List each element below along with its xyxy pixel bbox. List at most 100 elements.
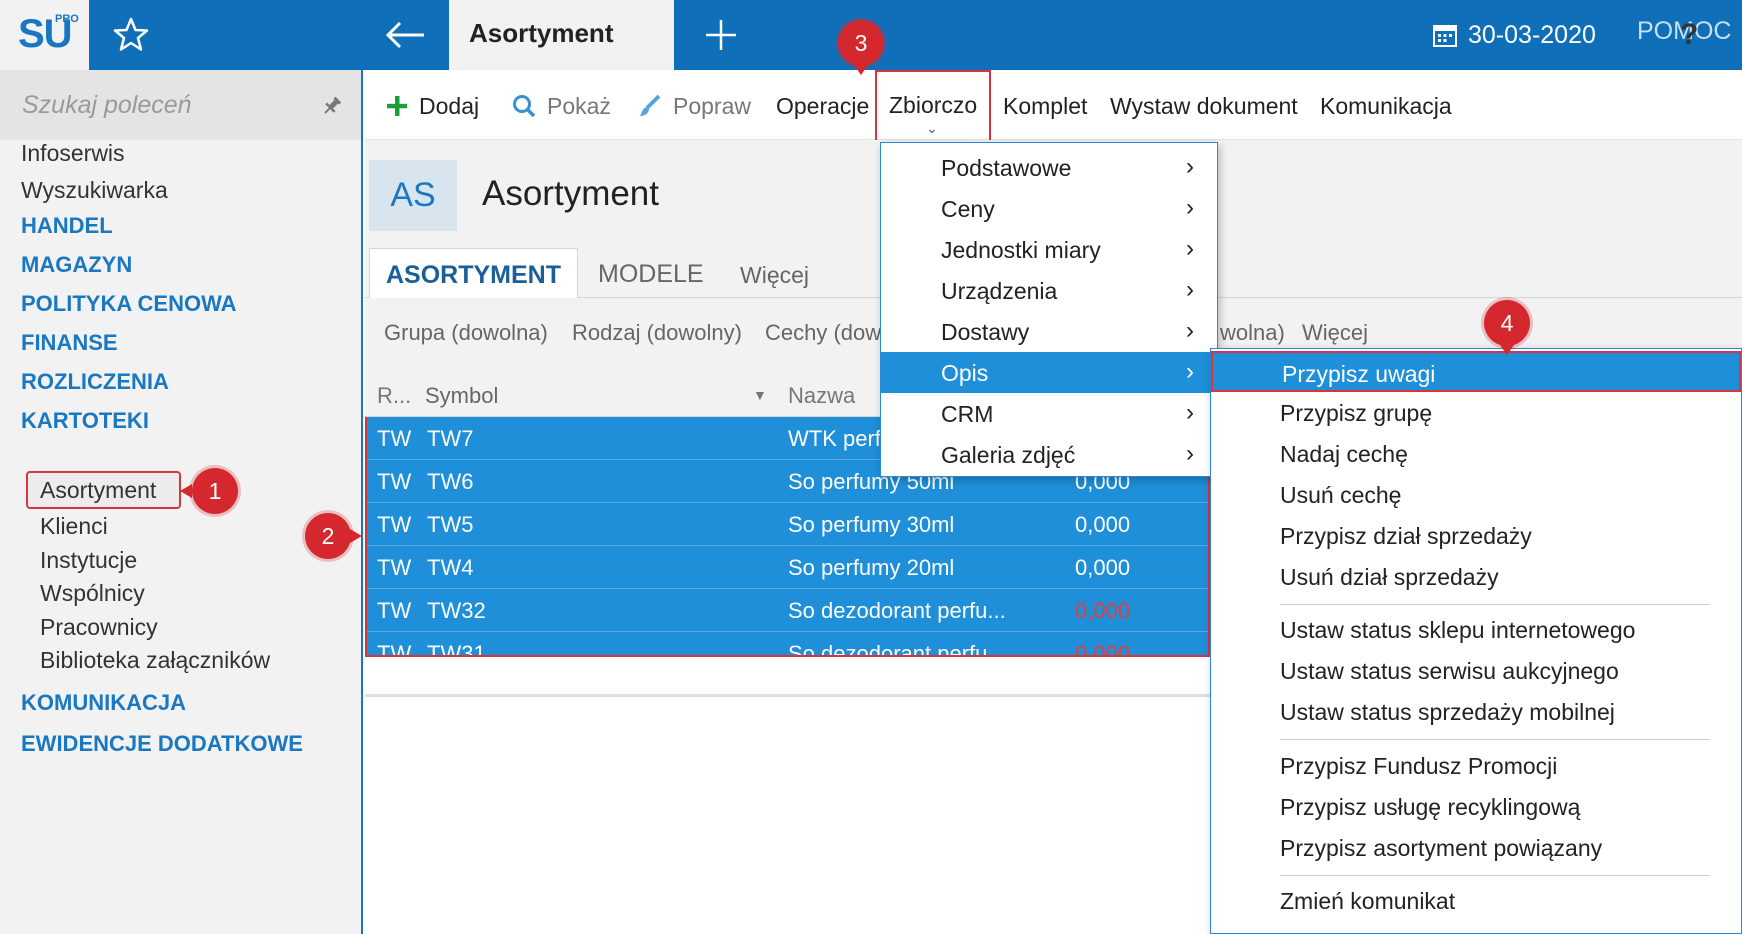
submenu-item-nadaj-ceche[interactable]: Nadaj cechę xyxy=(1211,433,1741,474)
table-row[interactable]: TW TW31 So dezodorant perfu... 0,000 xyxy=(365,632,1210,657)
operations-button[interactable]: Operacje xyxy=(776,90,869,122)
submenu-item-status-sklepu[interactable]: Ustaw status sklepu internetowego xyxy=(1211,609,1741,650)
filter-other[interactable]: wolna) xyxy=(1220,320,1285,346)
menu-item-opis[interactable]: Opis › xyxy=(881,352,1217,393)
magnifier-icon xyxy=(513,95,536,118)
menu-item-jednostki[interactable]: Jednostki miary › xyxy=(881,229,1217,270)
plus-icon xyxy=(387,96,407,116)
bulk-button-label: Zbiorczo xyxy=(889,92,978,118)
command-search xyxy=(0,70,361,140)
sidebar-section-kartoteki[interactable]: KARTOTEKI xyxy=(21,408,149,434)
submenu-item-fundusz[interactable]: Przypisz Fundusz Promocji xyxy=(1211,745,1741,786)
submenu-item-przypisz-grupe[interactable]: Przypisz grupę xyxy=(1211,392,1741,433)
sidebar-item-biblioteka[interactable]: Biblioteka załączników xyxy=(40,647,270,674)
grid-footer-line xyxy=(365,657,1210,697)
command-search-input[interactable] xyxy=(22,88,302,122)
sidebar-item-asortyment[interactable]: Asortyment xyxy=(26,471,181,509)
communication-button[interactable]: Komunikacja xyxy=(1320,90,1452,122)
submenu-item-status-aukcji[interactable]: Ustaw status serwisu aukcyjnego xyxy=(1211,650,1741,691)
submenu-item-status-mobilnej[interactable]: Ustaw status sprzedaży mobilnej xyxy=(1211,691,1741,732)
date-text: 30-03-2020 xyxy=(1468,20,1596,49)
back-arrow-icon[interactable] xyxy=(380,14,430,56)
toolbar: Dodaj Pokaż Popraw Operacje Zbiorczo ⌄ K… xyxy=(365,70,1742,142)
column-header-r[interactable]: R... xyxy=(377,383,411,409)
sidebar-section-komunikacja[interactable]: KOMUNIKACJA xyxy=(21,690,186,716)
chevron-right-icon: › xyxy=(1186,440,1194,467)
sidebar-item-wspolnicy[interactable]: Wspólnicy xyxy=(40,580,145,607)
filter-rodzaj[interactable]: Rodzaj (dowolny) xyxy=(572,320,742,346)
callout-pointer xyxy=(854,65,868,75)
sidebar-section-ewidencje[interactable]: EWIDENCJE DODATKOWE xyxy=(21,731,303,757)
sidebar-section-finanse[interactable]: FINANSE xyxy=(21,330,118,356)
callout-pointer xyxy=(180,484,192,498)
cell-symbol: TW7 xyxy=(427,426,474,451)
set-button[interactable]: Komplet xyxy=(1003,90,1087,122)
submenu-item-zmien-komunikat[interactable]: Zmień komunikat xyxy=(1211,880,1741,921)
sidebar-item-wyszukiwarka[interactable]: Wyszukiwarka xyxy=(21,177,168,204)
help-question-icon[interactable]: ? xyxy=(1680,18,1698,52)
add-button[interactable]: Dodaj xyxy=(385,90,479,122)
sidebar-item-pracownicy[interactable]: Pracownicy xyxy=(40,614,158,641)
module-badge: AS xyxy=(369,160,457,231)
menu-item-ceny[interactable]: Ceny › xyxy=(881,188,1217,229)
tab-more[interactable]: Więcej xyxy=(740,262,809,289)
sidebar-section-polityka-cenowa[interactable]: POLITYKA CENOWA xyxy=(21,291,237,317)
submenu-item-label: Przypisz usługę recyklingową xyxy=(1280,794,1581,820)
table-row[interactable]: TW TW4 So perfumy 20ml 0,000 xyxy=(365,546,1210,589)
submenu-item-usun-ceche[interactable]: Usuń cechę xyxy=(1211,474,1741,515)
show-button[interactable]: Pokaż xyxy=(511,90,611,122)
sidebar-section-rozliczenia[interactable]: ROZLICZENIA xyxy=(21,369,169,395)
menu-item-label: Podstawowe xyxy=(941,155,1072,181)
cell-nazwa: So perfumy 30ml xyxy=(788,512,955,537)
submenu-item-label: Zmień komunikat xyxy=(1280,888,1456,914)
issue-document-button[interactable]: Wystaw dokument xyxy=(1110,90,1298,122)
filter-more[interactable]: Więcej xyxy=(1302,320,1368,346)
submenu-item-label: Ustaw status sprzedaży mobilnej xyxy=(1280,699,1615,725)
sidebar-item-klienci[interactable]: Klienci xyxy=(40,513,108,540)
sidebar-section-magazyn[interactable]: MAGAZYN xyxy=(21,252,132,278)
callout-pointer xyxy=(1500,345,1514,355)
edit-button[interactable]: Popraw xyxy=(637,90,751,122)
tab-asortyment[interactable]: Asortyment xyxy=(449,0,674,70)
cell-nazwa: So perfumy 20ml xyxy=(788,555,955,580)
bulk-button[interactable]: Zbiorczo ⌄ xyxy=(875,70,991,142)
table-row[interactable]: TW TW5 So perfumy 30ml 0,000 xyxy=(365,503,1210,546)
communication-label: Komunikacja xyxy=(1320,92,1452,119)
column-header-nazwa[interactable]: Nazwa xyxy=(788,383,855,409)
app-logo: SU PRO xyxy=(0,0,89,70)
sidebar-item-infoserwis[interactable]: Infoserwis xyxy=(21,140,125,167)
pin-icon[interactable] xyxy=(320,94,344,118)
opis-submenu: Przypisz uwagi Przypisz grupę Nadaj cech… xyxy=(1210,348,1742,934)
menu-item-podstawowe[interactable]: Podstawowe › xyxy=(881,147,1217,188)
menu-item-galeria[interactable]: Galeria zdjęć › xyxy=(881,434,1217,475)
sidebar-item-instytucje[interactable]: Instytucje xyxy=(40,547,137,574)
menu-item-label: Urządzenia xyxy=(941,278,1058,304)
submenu-item-przypisz-uwagi[interactable]: Przypisz uwagi xyxy=(1211,351,1741,392)
submenu-item-usun-dzial[interactable]: Usuń dział sprzedaży xyxy=(1211,556,1741,597)
date-display[interactable]: 30-03-2020 xyxy=(1432,17,1596,53)
chevron-right-icon: › xyxy=(1186,276,1194,303)
submenu-item-powiazany[interactable]: Przypisz asortyment powiązany xyxy=(1211,827,1741,868)
submenu-item-recykling[interactable]: Przypisz usługę recyklingową xyxy=(1211,786,1741,827)
menu-item-urzadzenia[interactable]: Urządzenia › xyxy=(881,270,1217,311)
submenu-item-label: Ustaw status sklepu internetowego xyxy=(1280,617,1636,643)
menu-item-dostawy[interactable]: Dostawy › xyxy=(881,311,1217,352)
sidebar-section-handel[interactable]: HANDEL xyxy=(21,213,113,239)
favorite-star-icon[interactable] xyxy=(110,14,152,56)
submenu-item-label: Ustaw status serwisu aukcyjnego xyxy=(1280,658,1619,684)
filter-grupa[interactable]: Grupa (dowolna) xyxy=(384,320,548,346)
tab-asortyment-view[interactable]: ASORTYMENT xyxy=(369,248,578,298)
column-header-symbol[interactable]: Symbol xyxy=(425,383,498,409)
add-tab-plus-icon[interactable] xyxy=(700,14,742,56)
tab-modele[interactable]: MODELE xyxy=(598,260,704,289)
cell-symbol: TW31 xyxy=(427,641,486,657)
menu-item-label: Jednostki miary xyxy=(941,237,1101,263)
filter-cechy[interactable]: Cechy (dow xyxy=(765,320,881,346)
table-row[interactable]: TW TW32 So dezodorant perfu... 0,000 xyxy=(365,589,1210,632)
menu-item-crm[interactable]: CRM › xyxy=(881,393,1217,434)
sidebar: Infoserwis Wyszukiwarka HANDEL MAGAZYN P… xyxy=(0,70,363,934)
submenu-item-przypisz-dzial[interactable]: Przypisz dział sprzedaży xyxy=(1211,515,1741,556)
sort-down-icon[interactable]: ▼ xyxy=(753,387,767,403)
submenu-item-label: Przypisz uwagi xyxy=(1282,361,1436,387)
submenu-item-label: Usuń dział sprzedaży xyxy=(1280,564,1499,590)
